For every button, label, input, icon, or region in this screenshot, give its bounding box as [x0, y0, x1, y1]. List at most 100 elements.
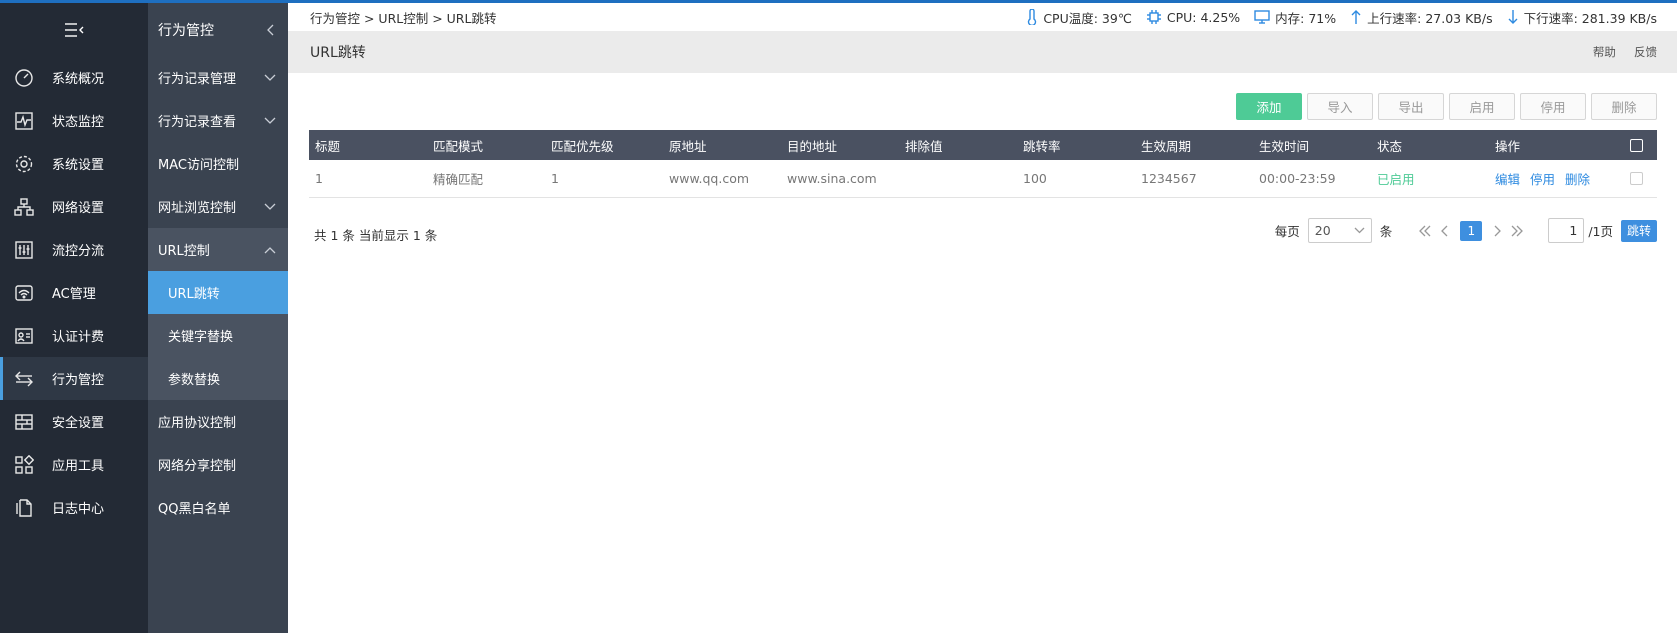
subnav-item-url-redirect[interactable]: URL跳转 — [148, 271, 288, 314]
last-page-button[interactable] — [1510, 225, 1524, 237]
feedback-link[interactable]: 反馈 — [1634, 45, 1657, 59]
current-page-button[interactable]: 1 — [1460, 220, 1483, 241]
import-button[interactable]: 导入 — [1307, 93, 1373, 120]
subnav-item-label: URL控制 — [158, 244, 210, 259]
wifi-icon — [12, 281, 36, 305]
page-header: URL跳转 帮助 反馈 — [288, 31, 1677, 73]
cpu-stat: CPU: 4.25% — [1146, 9, 1240, 25]
subnav-item-param-replace[interactable]: 参数替换 — [148, 357, 288, 400]
pagination: 每页 20 条 1 1 /1页 跳转 — [1275, 218, 1657, 243]
first-page-button[interactable] — [1418, 225, 1432, 237]
gear-icon — [12, 152, 36, 176]
subnav-item-label: 行为记录管理 — [158, 72, 237, 87]
sidebar-item-label: 网络设置 — [52, 201, 105, 216]
column-header: 匹配模式 — [433, 138, 484, 154]
jump-button[interactable]: 跳转 — [1620, 219, 1657, 242]
sidebar-item-flow[interactable]: 流控分流 — [0, 228, 148, 271]
menu-collapse-icon — [65, 22, 84, 37]
chip-icon — [1146, 10, 1161, 24]
breadcrumb: 行为管控 > URL控制 > URL跳转 — [310, 8, 500, 27]
subnav-item-label: 网址浏览控制 — [158, 201, 237, 216]
cell-rate: 100 — [1023, 171, 1047, 186]
chevron-down-icon — [264, 74, 276, 81]
column-header: 匹配优先级 — [551, 138, 614, 154]
document-icon — [12, 496, 36, 520]
arrow-up-icon — [1351, 10, 1361, 24]
menu-toggle[interactable] — [0, 3, 148, 56]
subnav-item-record-view[interactable]: 行为记录查看 — [148, 99, 288, 142]
row-checkbox[interactable] — [1630, 172, 1643, 185]
sidebar-item-ac[interactable]: AC管理 — [0, 271, 148, 314]
sidebar-item-label: AC管理 — [52, 287, 96, 302]
help-link[interactable]: 帮助 — [1593, 45, 1616, 59]
enable-button[interactable]: 启用 — [1449, 93, 1515, 120]
delete-link[interactable]: 删除 — [1565, 172, 1590, 187]
sidebar-item-network[interactable]: 网络设置 — [0, 185, 148, 228]
per-page-unit: 条 — [1379, 224, 1393, 239]
chevron-right-icon — [1494, 225, 1502, 236]
sidebar-item-label: 日志中心 — [52, 502, 105, 517]
sliders-icon — [12, 238, 36, 262]
page-number-input[interactable]: 1 — [1548, 218, 1585, 243]
subnav-item-label: 行为记录查看 — [158, 115, 237, 130]
add-button[interactable]: 添加 — [1236, 93, 1302, 120]
next-page-button[interactable] — [1492, 225, 1502, 237]
sidebar-item-label: 流控分流 — [52, 244, 105, 259]
edit-link[interactable]: 编辑 — [1495, 172, 1520, 187]
network-icon — [12, 195, 36, 219]
subnav-item-share-control[interactable]: 网络分享控制 — [148, 443, 288, 486]
sidebar-item-label: 状态监控 — [52, 115, 105, 130]
disable-button[interactable]: 停用 — [1520, 93, 1586, 120]
table-row: 1 精确匹配 1 www.qq.com www.sina.com 100 123… — [309, 160, 1657, 198]
cell-actions: 编辑 停用 删除 — [1489, 169, 1617, 188]
subnav-item-web-control[interactable]: 网址浏览控制 — [148, 185, 288, 228]
sidebar-item-monitor[interactable]: 状态监控 — [0, 99, 148, 142]
subnav-item-keyword-replace[interactable]: 关键字替换 — [148, 314, 288, 357]
subnav-header[interactable]: 行为管控 — [148, 3, 288, 56]
sidebar-item-settings[interactable]: 系统设置 — [0, 142, 148, 185]
column-header: 操作 — [1495, 138, 1521, 154]
cpu-temp-text: CPU温度: 39℃ — [1043, 10, 1132, 26]
rules-table: 标题 匹配模式 匹配优先级 原地址 目的地址 排除值 跳转率 生效周期 生效时间… — [309, 130, 1657, 198]
sidebar-item-auth[interactable]: 认证计费 — [0, 314, 148, 357]
sidebar-item-behavior[interactable]: 行为管控 — [0, 357, 148, 400]
select-all-checkbox[interactable] — [1630, 138, 1643, 152]
subnav-item-label: QQ黑白名单 — [158, 502, 231, 517]
column-header: 跳转率 — [1023, 138, 1061, 154]
sidebar-item-tools[interactable]: 应用工具 — [0, 443, 148, 486]
subnav-item-record-manage[interactable]: 行为记录管理 — [148, 56, 288, 99]
subnav-item-app-protocol[interactable]: 应用协议控制 — [148, 400, 288, 443]
delete-button[interactable]: 删除 — [1591, 93, 1657, 120]
sidebar-item-label: 行为管控 — [52, 373, 105, 388]
cell-time: 00:00-23:59 — [1259, 171, 1336, 186]
page-title: URL跳转 — [310, 45, 366, 61]
subnav-item-label: URL跳转 — [168, 287, 220, 302]
subnav-item-url-control[interactable]: URL控制 — [148, 228, 288, 271]
breadcrumb-text: 行为管控 > URL控制 > URL跳转 — [310, 10, 497, 26]
column-header: 目的地址 — [787, 138, 838, 154]
subnav-item-label: 参数替换 — [168, 373, 221, 388]
arrow-down-icon — [1508, 10, 1518, 24]
export-button[interactable]: 导出 — [1378, 93, 1444, 120]
cell-source-url: www.qq.com — [669, 171, 750, 186]
status-badge: 已启用 — [1377, 172, 1415, 187]
sidebar-item-logs[interactable]: 日志中心 — [0, 486, 148, 529]
disable-link[interactable]: 停用 — [1530, 172, 1555, 187]
subnav-item-label: 网络分享控制 — [158, 459, 237, 474]
cell-match-mode: 精确匹配 — [433, 172, 484, 187]
per-page-value: 20 — [1314, 223, 1331, 238]
per-page-select[interactable]: 20 — [1307, 218, 1372, 243]
sidebar-item-security[interactable]: 安全设置 — [0, 400, 148, 443]
column-header: 排除值 — [905, 138, 943, 154]
prev-page-button[interactable] — [1440, 225, 1450, 237]
subnav-item-qq-list[interactable]: QQ黑白名单 — [148, 486, 288, 529]
chevron-left-icon — [267, 24, 274, 35]
subnav-title: 行为管控 — [158, 22, 214, 39]
cell-period: 1234567 — [1141, 171, 1197, 186]
memory-text: 内存: 71% — [1275, 10, 1337, 26]
subnav-item-mac-control[interactable]: MAC访问控制 — [148, 142, 288, 185]
cell-target-url: www.sina.com — [787, 171, 877, 186]
upload-stat: 上行速率: 27.03 KB/s — [1350, 8, 1493, 27]
sidebar-item-overview[interactable]: 系统概况 — [0, 56, 148, 99]
id-card-icon — [12, 324, 36, 348]
